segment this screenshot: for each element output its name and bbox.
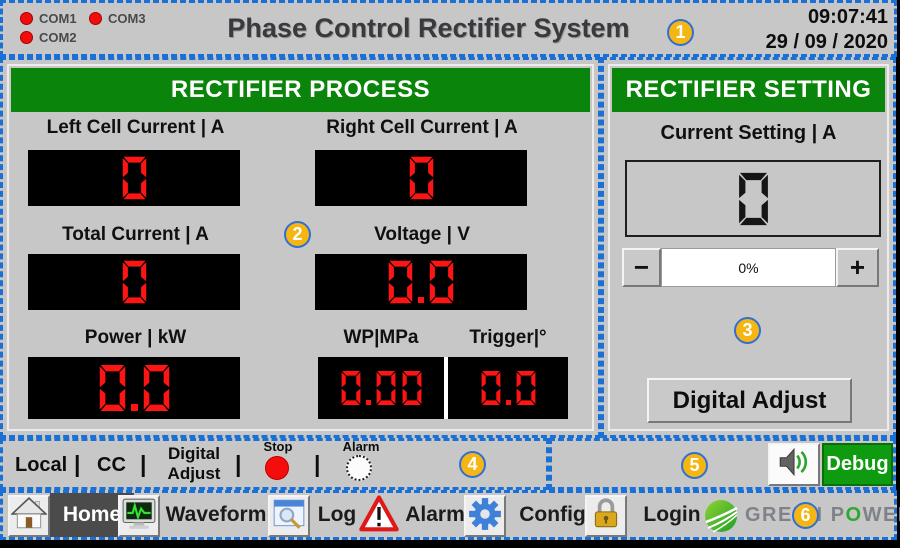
buzzer-button[interactable]: [768, 443, 820, 486]
login-icon: [588, 496, 624, 537]
current-setting-label: Current Setting | A: [614, 122, 883, 145]
com3-status-led: [89, 12, 102, 25]
com2-status-led: [20, 31, 33, 44]
status-bar-right: Debug: [549, 438, 896, 490]
voltage-label: Voltage | V: [311, 224, 533, 246]
green-power-logo-icon: [700, 495, 742, 537]
setting-percent-slider[interactable]: 0%: [661, 248, 836, 287]
trigger-label: Trigger|°: [448, 327, 568, 349]
trigger-display: [448, 357, 568, 419]
adjust-mode-status: Digital Adjust: [155, 444, 233, 483]
status-separator: |: [74, 451, 80, 478]
com2-label: COM2: [39, 30, 77, 45]
annotation-circle-6: 6: [792, 502, 819, 529]
annotation-circle-3: 3: [734, 317, 761, 344]
speaker-icon: [776, 444, 812, 485]
time-display: 09:07:41: [766, 5, 888, 30]
wp-display: [318, 357, 444, 419]
process-panel-title: RECTIFIER PROCESS: [11, 68, 590, 112]
nav-login-button[interactable]: [585, 495, 627, 537]
power-display: [28, 357, 240, 419]
voltage-display: [315, 254, 527, 310]
screen-bezel: [0, 540, 900, 548]
status-separator: |: [314, 451, 320, 478]
nav-login-label[interactable]: Login: [638, 493, 706, 537]
left-cell-current-label: Left Cell Current | A: [28, 117, 243, 139]
logo-letter-p: P: [831, 504, 846, 527]
home-icon: [11, 496, 47, 537]
alarm-indicator-led: [346, 455, 372, 481]
clock: 09:07:41 29 / 09 / 2020: [766, 5, 888, 55]
log-icon: [271, 496, 307, 537]
nav-config-label[interactable]: Config: [515, 493, 590, 537]
rectifier-setting-panel: RECTIFIER SETTING Current Setting | A − …: [601, 57, 896, 438]
nav-config-button[interactable]: [464, 495, 506, 537]
stop-indicator-led: [265, 456, 289, 480]
digital-adjust-button[interactable]: Digital Adjust: [647, 378, 852, 423]
com1-label: COM1: [39, 11, 77, 26]
nav-alarm-button[interactable]: [358, 495, 400, 537]
alarm-icon: [359, 494, 399, 539]
nav-alarm-label[interactable]: Alarm: [400, 493, 470, 537]
annotation-circle-2: 2: [284, 221, 311, 248]
left-cell-current-display: [28, 150, 240, 206]
setting-increase-button[interactable]: +: [836, 248, 879, 287]
total-current-label: Total Current | A: [28, 224, 243, 246]
date-display: 29 / 09 / 2020: [766, 30, 888, 55]
page-title: Phase Control Rectifier System: [133, 13, 724, 44]
power-label: Power | kW: [28, 327, 243, 349]
nav-waveform-button[interactable]: [118, 495, 160, 537]
stop-label: Stop: [258, 439, 298, 454]
config-icon: [467, 496, 503, 537]
annotation-circle-5: 5: [681, 452, 708, 479]
debug-button[interactable]: Debug: [822, 443, 893, 486]
status-separator: |: [235, 451, 241, 478]
nav-home-button[interactable]: [8, 495, 50, 537]
waveform-icon: [121, 496, 157, 537]
green-power-logo-text: GREEN POWER: [745, 493, 900, 537]
alarm-label: Alarm: [338, 439, 384, 454]
annotation-circle-1: 1: [667, 19, 694, 46]
logo-letters-wer: WER: [863, 504, 900, 527]
logo-letter-o: O: [846, 504, 863, 527]
navigation-bar: Home Waveform Log: [0, 490, 897, 540]
annotation-circle-4: 4: [459, 451, 486, 478]
control-mode-status: CC: [97, 454, 126, 477]
nav-waveform-label[interactable]: Waveform: [161, 493, 271, 537]
header-bar: COM1 COM3 COM2 Phase Control Rectifier S…: [0, 0, 897, 57]
current-setting-display: [625, 160, 881, 237]
setting-decrease-button[interactable]: −: [622, 248, 661, 287]
right-cell-current-label: Right Cell Current | A: [311, 117, 533, 139]
wp-label: WP|MPa: [318, 327, 444, 349]
status-separator: |: [140, 451, 146, 478]
setting-panel-title: RECTIFIER SETTING: [612, 68, 885, 112]
mode-status: Local: [15, 454, 67, 477]
right-cell-current-display: [315, 150, 527, 206]
com1-status-led: [20, 12, 33, 25]
total-current-display: [28, 254, 240, 310]
nav-log-label[interactable]: Log: [312, 493, 362, 537]
nav-log-button[interactable]: [268, 495, 310, 537]
